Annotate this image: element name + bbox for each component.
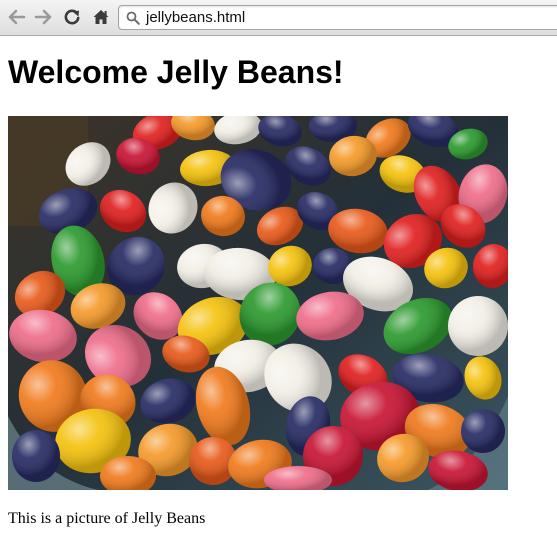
address-bar[interactable]: jellybeans.html <box>118 5 557 30</box>
reload-icon[interactable] <box>62 7 82 27</box>
jelly-beans-image <box>8 116 508 490</box>
page-heading: Welcome Jelly Beans! <box>8 54 344 90</box>
search-icon <box>126 11 140 25</box>
home-icon[interactable] <box>91 7 111 27</box>
back-arrow-icon[interactable] <box>7 7 27 27</box>
address-text[interactable]: jellybeans.html <box>146 9 245 26</box>
forward-arrow-icon[interactable] <box>33 7 53 27</box>
jelly-bean <box>12 430 60 482</box>
image-caption: This is a picture of Jelly Beans <box>8 510 206 527</box>
browser-toolbar: jellybeans.html <box>0 0 557 36</box>
